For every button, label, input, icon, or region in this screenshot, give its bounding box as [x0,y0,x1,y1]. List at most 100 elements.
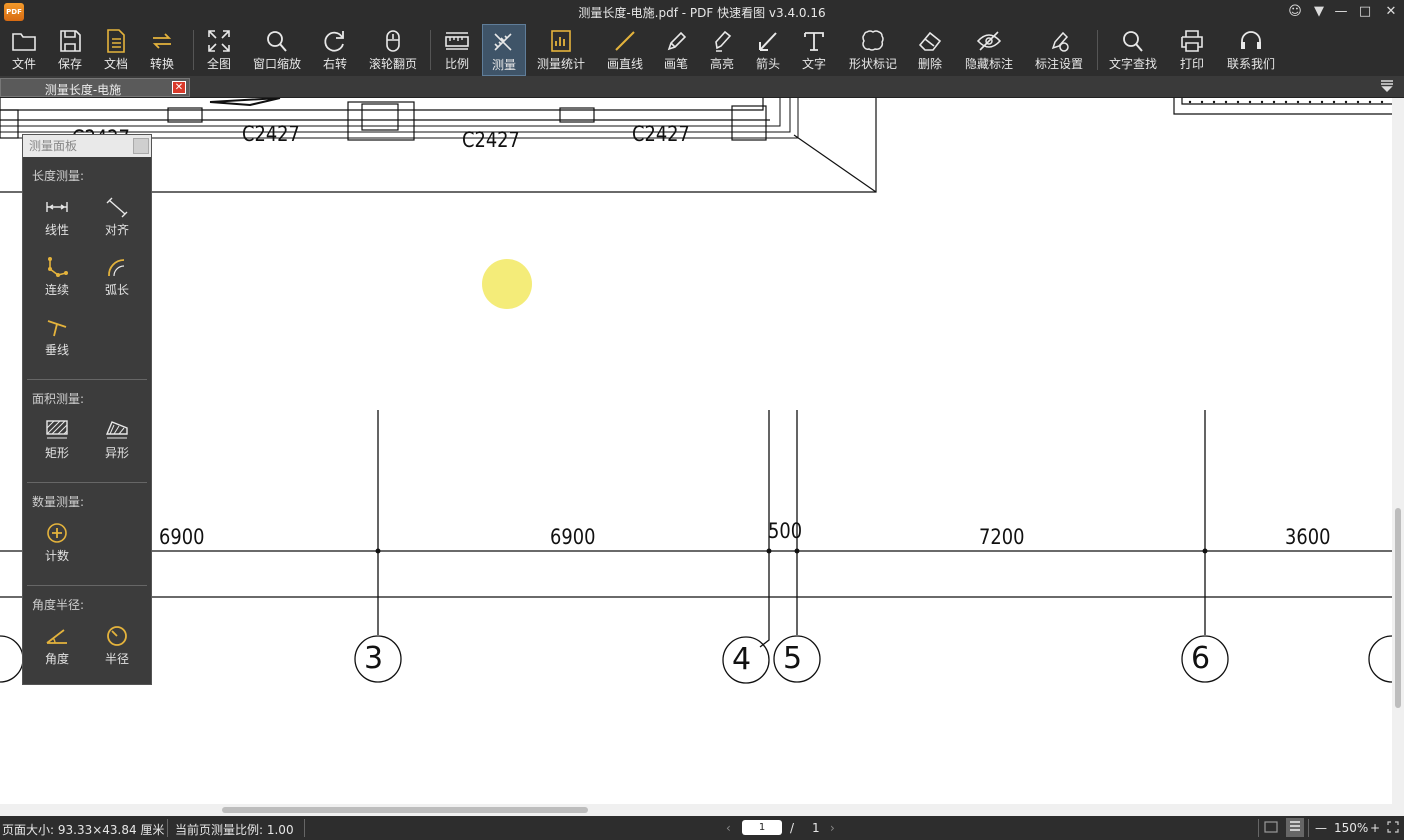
document-canvas[interactable]: C2427 C2427 C2427 C2427 6900 6900 500 72… [0,98,1392,804]
search-icon [1123,31,1143,52]
toolbar-hide-annotations-button[interactable]: 隐藏标注 [960,24,1018,76]
toolbar-document-button[interactable]: 文档 [96,24,136,76]
axis-number: 4 [732,642,752,677]
toolbar-label: 测量 [491,58,516,72]
toolbar-text-search-button[interactable]: 文字查找 [1104,24,1162,76]
toolbar-label: 形状标记 [848,57,897,71]
arrow-icon [759,32,777,51]
continuous-measure-icon [48,257,68,277]
tool-radius[interactable]: 半径 [89,618,145,670]
zoom-in-button[interactable]: + [1370,821,1380,835]
toolbar-label: 保存 [57,57,82,71]
toolbar-highlight-button[interactable]: 高亮 [702,24,742,76]
tool-label: 垂线 [44,343,69,357]
next-page-icon[interactable]: › [830,821,835,835]
dimension-label: 6900 [159,525,205,549]
toolbar-rotate-right-button[interactable]: 右转 [314,24,356,76]
toolbar-shape-mark-button[interactable]: 形状标记 [844,24,902,76]
toolbar-label: 联系我们 [1226,57,1275,71]
toolbar-contact-button[interactable]: 联系我们 [1222,24,1280,76]
angle-icon [46,629,67,644]
toolbar-scale-button[interactable]: 比例 [436,24,478,76]
tab-close-icon[interactable]: ✕ [172,81,186,94]
minimize-button[interactable]: — [1330,2,1352,22]
toolbar-separator [1097,30,1098,70]
close-button[interactable]: ✕ [1380,2,1402,22]
vertical-scrollbar[interactable] [1392,98,1404,804]
toolbar-convert-button[interactable]: 转换 [142,24,182,76]
toolbar-measure-stats-button[interactable]: 测量统计 [532,24,590,76]
status-separator [304,819,305,837]
fit-page-icon[interactable] [1386,820,1400,837]
measure-panel: 测量面板 长度测量: 线性 对齐 连续 弧长 垂线 面积测量: 矩形 异形 数量… [22,134,152,685]
toolbar-save-button[interactable]: 保存 [50,24,90,76]
dimension-label: 3600 [1285,525,1331,549]
toolbar-annotation-settings-button[interactable]: 标注设置 [1030,24,1088,76]
document-tab[interactable]: 测量长度-电施 ✕ [0,78,190,97]
tool-polygon-area[interactable]: 异形 [89,412,145,464]
zoom-level[interactable]: 150% [1334,821,1368,835]
toolbar-label: 文档 [103,57,128,71]
maximize-button[interactable]: □ [1354,2,1376,22]
page-separator: / [790,821,795,835]
tool-count[interactable]: 计数 [29,515,85,567]
toolbar-print-button[interactable]: 打印 [1172,24,1212,76]
rectangle-area-icon [46,420,68,439]
toolbar-label: 文字 [801,57,826,71]
page-number-input[interactable]: 1 [742,820,782,835]
toolbar-fullview-button[interactable]: 全图 [198,24,240,76]
toolbar-measure-button[interactable]: 测量 [482,24,526,76]
horizontal-scroll-thumb[interactable] [222,807,588,813]
toolbar-pen-button[interactable]: 画笔 [656,24,696,76]
tool-label: 线性 [44,223,69,237]
toolbar-separator [430,30,431,70]
toolbar-label: 箭头 [755,57,780,71]
convert-icon [152,33,172,49]
prev-page-icon[interactable]: ‹ [726,821,731,835]
tool-rectangle-area[interactable]: 矩形 [29,412,85,464]
eraser-icon [918,31,942,51]
zoom-out-button[interactable]: — [1315,821,1327,835]
tool-perpendicular[interactable]: 垂线 [29,309,85,361]
rotate-right-icon [324,31,344,52]
toolbar-delete-button[interactable]: 删除 [910,24,950,76]
tab-list-menu-icon[interactable] [1380,80,1394,92]
horizontal-scrollbar[interactable] [0,804,1404,816]
toolbar-draw-line-button[interactable]: 画直线 [602,24,648,76]
status-separator [1308,819,1309,837]
arc-length-icon [108,259,125,277]
page-size-text: 页面大小: 93.33×43.84 厘米 [2,823,165,837]
headset-icon [1241,31,1261,49]
panel-toggle-button[interactable] [133,138,149,154]
tool-aligned[interactable]: 对齐 [89,189,145,241]
toolbar-label: 测量统计 [536,57,585,71]
toolbar-wheel-page-button[interactable]: 滚轮翻页 [364,24,422,76]
status-separator [167,819,168,837]
tool-angle[interactable]: 角度 [29,618,85,670]
section-title-area: 面积测量: [32,392,85,406]
continuous-view-icon[interactable] [1286,818,1304,837]
toolbar-file-button[interactable]: 文件 [4,24,44,76]
toolbar-separator [193,30,194,70]
cloud-shape-icon [862,30,884,51]
toolbar-zoom-window-button[interactable]: 窗口缩放 [248,24,306,76]
dimension-label: 6900 [550,525,596,549]
vertical-scroll-thumb[interactable] [1395,508,1401,708]
toolbar-text-button[interactable]: 文字 [794,24,834,76]
toolbar-label: 右转 [322,57,347,71]
single-page-view-icon[interactable] [1264,820,1278,837]
tool-continuous[interactable]: 连续 [29,249,85,301]
measure-stats-icon [551,30,571,52]
menu-dropdown-icon[interactable]: ▼ [1308,2,1330,22]
text-icon [804,32,824,51]
measure-panel-header[interactable]: 测量面板 [23,135,151,157]
toolbar-label: 删除 [917,57,942,71]
section-divider [27,482,147,483]
radius-icon [107,626,127,646]
user-icon[interactable]: ☺ [1284,2,1306,22]
toolbar-arrow-button[interactable]: 箭头 [748,24,788,76]
tool-linear[interactable]: 线性 [29,189,85,241]
section-divider [27,379,147,380]
tool-arc-length[interactable]: 弧长 [89,249,145,301]
highlight-icon [715,30,732,52]
